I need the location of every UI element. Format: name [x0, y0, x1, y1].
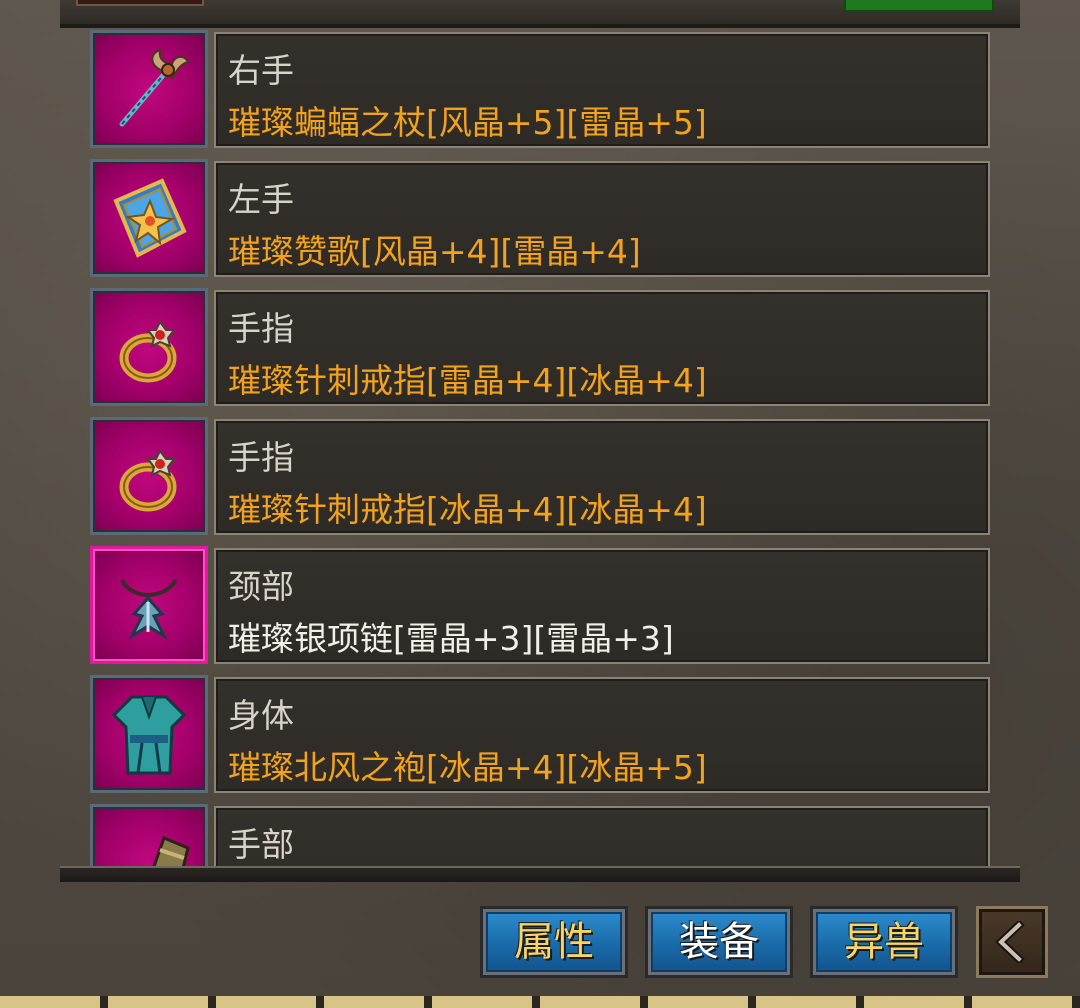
equipment-row-neck[interactable]: 颈部 璀璨银项链[雷晶+3][雷晶+3] [90, 546, 990, 664]
equipment-row-right-hand[interactable]: 右手 璀璨蝙蝠之杖[风晶+5][雷晶+5] [90, 30, 990, 148]
footer-strip [0, 996, 1080, 1008]
slot-label: 右手 [228, 51, 294, 90]
equipment-info: 手部 [214, 806, 990, 868]
item-name: 璀璨赞歌[风晶+4][雷晶+4] [228, 232, 641, 271]
equipment-icon-slot[interactable] [90, 804, 208, 868]
item-name: 璀璨北风之袍[冰晶+4][冰晶+5] [228, 748, 707, 787]
gauntlet-icon [151, 836, 190, 868]
book-icon [113, 178, 187, 258]
list-bottom-border [60, 866, 1020, 882]
equipment-row-hands[interactable]: 手部 [90, 804, 990, 868]
item-name: 璀璨蝙蝠之杖[风晶+5][雷晶+5] [228, 103, 707, 142]
equipment-info: 手指 璀璨针刺戒指[冰晶+4][冰晶+4] [214, 419, 990, 535]
slot-label: 手指 [228, 309, 294, 348]
equipment-info: 身体 璀璨北风之袍[冰晶+4][冰晶+5] [214, 677, 990, 793]
equipment-icon-slot[interactable] [90, 288, 208, 406]
slot-label: 手指 [228, 438, 294, 477]
equipment-row-finger-2[interactable]: 手指 璀璨针刺戒指[冰晶+4][冰晶+4] [90, 417, 990, 535]
equipment-row-finger-1[interactable]: 手指 璀璨针刺戒指[雷晶+4][冰晶+4] [90, 288, 990, 406]
robe-icon [111, 695, 187, 775]
equipment-info: 右手 璀璨蝙蝠之杖[风晶+5][雷晶+5] [214, 32, 990, 148]
equipment-icon-slot[interactable] [90, 159, 208, 277]
equipment-row-body[interactable]: 身体 璀璨北风之袍[冰晶+4][冰晶+5] [90, 675, 990, 793]
slot-label: 身体 [228, 696, 294, 735]
back-button[interactable] [976, 906, 1048, 978]
equipment-icon-slot[interactable] [90, 546, 208, 664]
equipment-icon-slot[interactable] [90, 30, 208, 148]
tab-equipment-button[interactable]: 装备 [645, 906, 793, 978]
slot-label: 手部 [228, 825, 294, 864]
top-bar-stub [76, 0, 204, 6]
tab-beast-button[interactable]: 异兽 [810, 906, 958, 978]
equipment-icon-slot[interactable] [90, 675, 208, 793]
item-name: 璀璨针刺戒指[雷晶+4][冰晶+4] [228, 361, 707, 400]
slot-label: 颈部 [228, 567, 294, 606]
ring-icon [119, 449, 177, 512]
equipment-icon-slot[interactable] [90, 417, 208, 535]
item-name: 璀璨银项链[雷晶+3][雷晶+3] [228, 619, 674, 658]
equipment-row-left-hand[interactable]: 左手 璀璨赞歌[风晶+4][雷晶+4] [90, 159, 990, 277]
tab-attributes-button[interactable]: 属性 [480, 906, 628, 978]
back-arrow-icon [995, 921, 1025, 963]
slot-label: 左手 [228, 180, 294, 219]
equipment-list[interactable]: 右手 璀璨蝙蝠之杖[风晶+5][雷晶+5] 左手 璀璨赞歌[风晶+4][雷晶+4… [60, 24, 1020, 868]
top-green-button[interactable] [844, 0, 994, 12]
necklace-icon [120, 578, 178, 641]
staff-icon [119, 48, 190, 127]
item-name: 璀璨针刺戒指[冰晶+4][冰晶+4] [228, 490, 707, 529]
equipment-info: 手指 璀璨针刺戒指[雷晶+4][冰晶+4] [214, 290, 990, 406]
equipment-info: 左手 璀璨赞歌[风晶+4][雷晶+4] [214, 161, 990, 277]
equipment-info: 颈部 璀璨银项链[雷晶+3][雷晶+3] [214, 548, 990, 664]
ring-icon [119, 320, 177, 383]
